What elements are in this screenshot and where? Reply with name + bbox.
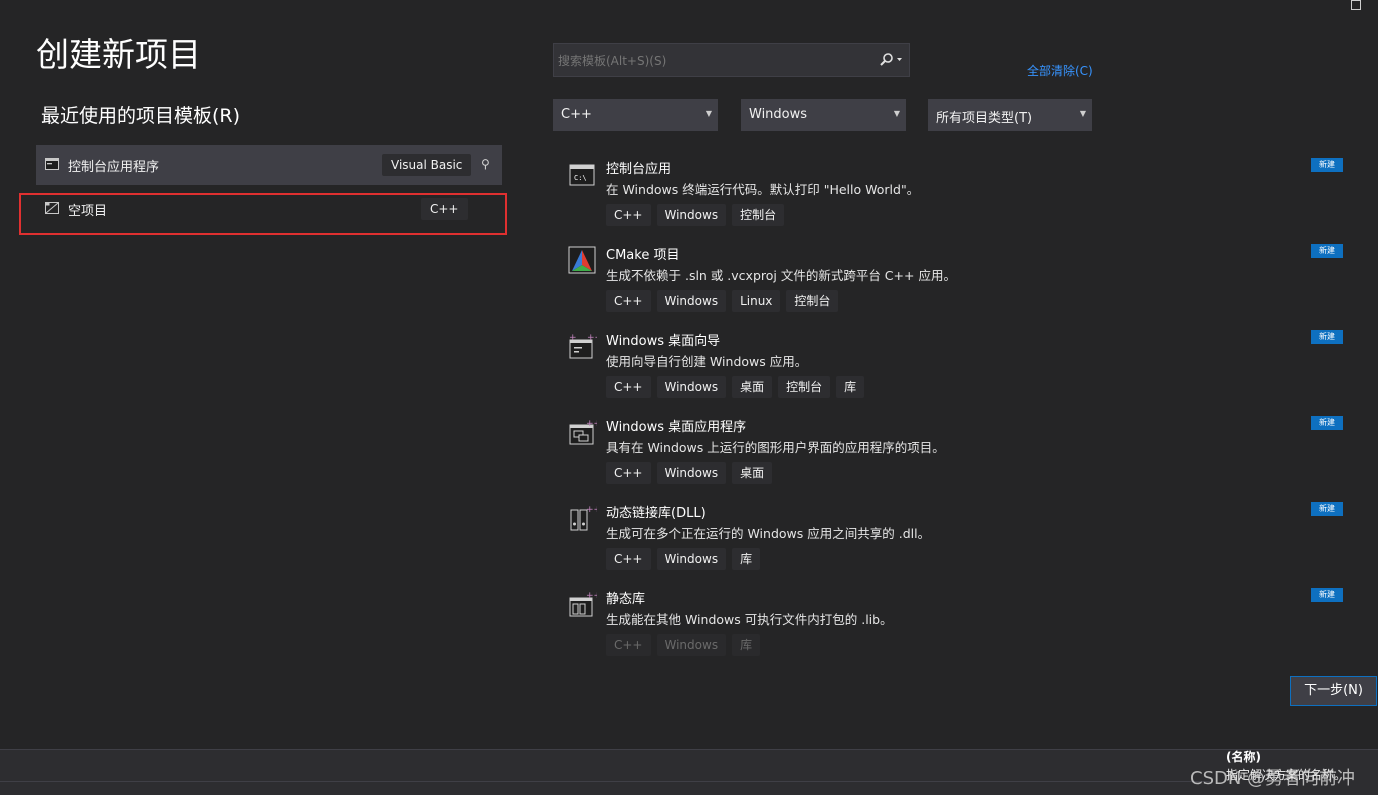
project-type-filter-value: 所有项目类型(T) — [936, 111, 1033, 126]
next-button[interactable]: 下一步(N) — [1290, 676, 1377, 706]
template-tags: C++ Windows 桌面 — [606, 462, 773, 484]
template-tags: C++ Windows Linux 控制台 — [606, 290, 839, 312]
template-item-desktop-wizard[interactable]: + ++ Windows 桌面向导 使用向导自行创建 Windows 应用。 C… — [565, 330, 1355, 416]
search-input[interactable] — [556, 50, 878, 72]
template-name: 控制台应用 — [606, 162, 672, 177]
search-icon[interactable] — [879, 52, 907, 70]
chevron-down-icon: ▼ — [1079, 109, 1086, 118]
template-name: CMake 项目 — [606, 248, 680, 263]
highlight-box — [19, 193, 507, 235]
svg-text:++: ++ — [587, 333, 597, 343]
cmake-icon — [568, 246, 596, 274]
template-description: 生成可在多个正在运行的 Windows 应用之间共享的 .dll。 — [606, 526, 931, 541]
desktop-app-icon: ++ — [569, 419, 597, 445]
template-tag: 控制台 — [732, 204, 785, 226]
language-tag: Visual Basic — [382, 154, 472, 176]
template-tag: Windows — [656, 462, 727, 484]
platform-filter-value: Windows — [749, 107, 808, 122]
desktop-wizard-icon: + ++ — [569, 333, 597, 359]
bottom-panel — [0, 749, 1378, 795]
template-tag: C++ — [606, 634, 651, 656]
template-tag: C++ — [606, 548, 651, 570]
new-badge: 新建 — [1311, 330, 1343, 344]
template-tags: C++ Windows 库 — [606, 548, 761, 570]
new-badge: 新建 — [1311, 502, 1343, 516]
template-tag: 桌面 — [732, 376, 773, 398]
template-item-dll[interactable]: ++ 动态链接库(DLL) 生成可在多个正在运行的 Windows 应用之间共享… — [565, 502, 1355, 588]
template-name: Windows 桌面应用程序 — [606, 420, 747, 435]
recent-templates-heading: 最近使用的项目模板(R) — [41, 105, 241, 127]
template-tag: Linux — [732, 290, 781, 312]
dll-icon: ++ — [570, 505, 597, 531]
new-badge: 新建 — [1311, 244, 1343, 258]
template-name: 动态链接库(DLL) — [606, 506, 706, 521]
svg-text:C:\: C:\ — [574, 174, 587, 182]
template-tag: 库 — [732, 548, 761, 570]
template-tag: Windows — [656, 634, 727, 656]
name-label: (名称) — [1226, 750, 1261, 764]
template-tag: Windows — [656, 290, 727, 312]
clear-all-link[interactable]: 全部清除(C) — [1027, 62, 1093, 79]
restore-icon[interactable] — [1351, 0, 1361, 10]
svg-text:++: ++ — [586, 419, 597, 429]
pin-icon[interactable]: ⚲ — [481, 157, 490, 171]
chevron-down-icon: ▼ — [705, 109, 712, 118]
template-tag: 库 — [732, 634, 761, 656]
recent-item-console-app[interactable]: 控制台应用程序 Visual Basic ⚲ — [36, 145, 502, 185]
svg-text:++: ++ — [586, 591, 597, 601]
template-description: 在 Windows 终端运行代码。默认打印 "Hello World"。 — [606, 182, 920, 197]
template-tag: 库 — [836, 376, 865, 398]
new-badge: 新建 — [1311, 416, 1343, 430]
template-description: 具有在 Windows 上运行的图形用户界面的应用程序的项目。 — [606, 440, 945, 455]
template-tag: C++ — [606, 462, 651, 484]
console-app-icon — [45, 158, 59, 170]
template-name: Windows 桌面向导 — [606, 334, 721, 349]
template-tag: C++ — [606, 290, 651, 312]
template-tag: 控制台 — [786, 290, 839, 312]
template-item-desktop-app[interactable]: ++ Windows 桌面应用程序 具有在 Windows 上运行的图形用户界面… — [565, 416, 1355, 502]
recent-item-label: 控制台应用程序 — [68, 160, 160, 175]
template-description: 生成能在其他 Windows 可执行文件内打包的 .lib。 — [606, 612, 893, 627]
console-icon: C:\ — [569, 164, 595, 186]
watermark: CSDN @勇者向前冲 — [1190, 768, 1356, 789]
language-filter-value: C++ — [561, 107, 592, 122]
search-box[interactable] — [553, 43, 910, 77]
page-title: 创建新项目 — [36, 35, 201, 74]
template-tag: 桌面 — [732, 462, 773, 484]
template-tag: 控制台 — [778, 376, 831, 398]
template-name: 静态库 — [606, 592, 646, 607]
svg-text:++: ++ — [586, 505, 597, 515]
static-lib-icon: ++ — [569, 591, 597, 617]
template-item-static-lib[interactable]: ++ 静态库 生成能在其他 Windows 可执行文件内打包的 .lib。 C+… — [565, 588, 1355, 674]
new-badge: 新建 — [1311, 158, 1343, 172]
template-tags: C++ Windows 控制台 — [606, 204, 785, 226]
template-tag: Windows — [656, 548, 727, 570]
template-tag: C++ — [606, 376, 651, 398]
project-type-filter-dropdown[interactable]: 所有项目类型(T) ▼ — [928, 99, 1092, 131]
template-description: 生成不依赖于 .sln 或 .vcxproj 文件的新式跨平台 C++ 应用。 — [606, 268, 956, 283]
template-description: 使用向导自行创建 Windows 应用。 — [606, 354, 808, 369]
template-item-cmake[interactable]: CMake 项目 生成不依赖于 .sln 或 .vcxproj 文件的新式跨平台… — [565, 244, 1355, 330]
new-badge: 新建 — [1311, 588, 1343, 602]
template-tag: C++ — [606, 204, 651, 226]
divider — [0, 781, 1210, 782]
svg-text:+: + — [569, 333, 577, 343]
template-tag: Windows — [656, 204, 727, 226]
template-tags: C++ Windows 桌面 控制台 库 — [606, 376, 865, 398]
template-tag: Windows — [656, 376, 727, 398]
template-tags: C++ Windows 库 — [606, 634, 761, 656]
language-filter-dropdown[interactable]: C++ ▼ — [553, 99, 718, 131]
template-item-console[interactable]: C:\ 控制台应用 在 Windows 终端运行代码。默认打印 "Hello W… — [565, 158, 1355, 244]
chevron-down-icon: ▼ — [893, 109, 900, 118]
platform-filter-dropdown[interactable]: Windows ▼ — [741, 99, 906, 131]
